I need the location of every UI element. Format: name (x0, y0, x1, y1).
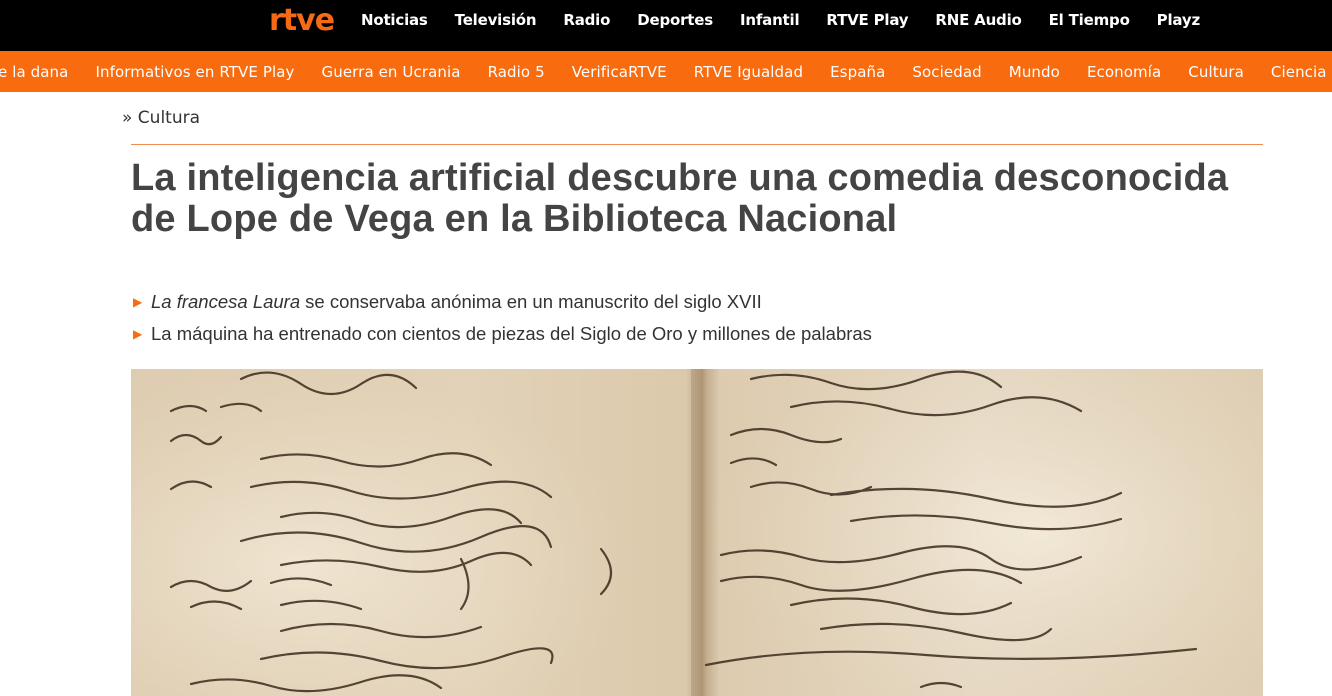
rtve-logo[interactable]: rtve (269, 4, 335, 38)
main-nav-item-rne-audio[interactable]: RNE Audio (935, 11, 1021, 29)
main-nav-item-playz[interactable]: Playz (1157, 11, 1201, 29)
main-nav-item-television[interactable]: Televisión (455, 11, 537, 29)
section-nav-item-informativos[interactable]: Informativos en RTVE Play (95, 63, 294, 81)
manuscript-handwriting-image (131, 369, 1263, 696)
section-nav: e la dana Informativos en RTVE Play Guer… (0, 51, 1332, 92)
bullet-arrow-icon: ▶ (133, 327, 143, 341)
page-title: La inteligencia artificial descubre una … (131, 157, 1229, 240)
section-nav-item-guerra-ucrania[interactable]: Guerra en Ucrania (322, 63, 461, 81)
section-nav-item-dana[interactable]: e la dana (0, 63, 68, 81)
section-nav-item-sociedad[interactable]: Sociedad (912, 63, 981, 81)
section-nav-item-radio-5[interactable]: Radio 5 (488, 63, 545, 81)
breadcrumb[interactable]: » Cultura (122, 108, 200, 128)
main-nav-item-rtve-play[interactable]: RTVE Play (826, 11, 908, 29)
section-nav-item-ciencia[interactable]: Ciencia (1271, 63, 1327, 81)
main-nav-item-deportes[interactable]: Deportes (637, 11, 713, 29)
main-nav-item-el-tiempo[interactable]: El Tiempo (1049, 11, 1130, 29)
section-nav-item-igualdad[interactable]: RTVE Igualdad (694, 63, 803, 81)
main-nav: Noticias Televisión Radio Deportes Infan… (361, 0, 1227, 40)
manuscript-photo[interactable] (131, 369, 1263, 696)
bullet-arrow-icon: ▶ (133, 295, 143, 309)
main-nav-item-radio[interactable]: Radio (563, 11, 610, 29)
summary-text: se conservaba anónima en un manuscrito d… (305, 291, 762, 312)
summary-item: ▶ La máquina ha entrenado con cientos de… (133, 318, 872, 350)
main-nav-item-noticias[interactable]: Noticias (361, 11, 428, 29)
summary-italic: La francesa Laura (151, 291, 301, 312)
main-nav-item-infantil[interactable]: Infantil (740, 11, 800, 29)
summary-text: La máquina ha entrenado con cientos de p… (151, 323, 872, 344)
section-nav-bar: e la dana Informativos en RTVE Play Guer… (0, 51, 1332, 92)
section-nav-item-mundo[interactable]: Mundo (1009, 63, 1060, 81)
divider (131, 144, 1263, 145)
section-nav-item-economia[interactable]: Economía (1087, 63, 1161, 81)
section-nav-item-verifica[interactable]: VerificaRTVE (572, 63, 667, 81)
section-nav-item-cultura[interactable]: Cultura (1188, 63, 1244, 81)
summary-item: ▶ La francesa Laura se conservaba anónim… (133, 286, 872, 318)
top-header: rtve Noticias Televisión Radio Deportes … (0, 0, 1332, 51)
section-nav-item-espana[interactable]: España (830, 63, 885, 81)
article-summary: ▶ La francesa Laura se conservaba anónim… (133, 286, 872, 350)
